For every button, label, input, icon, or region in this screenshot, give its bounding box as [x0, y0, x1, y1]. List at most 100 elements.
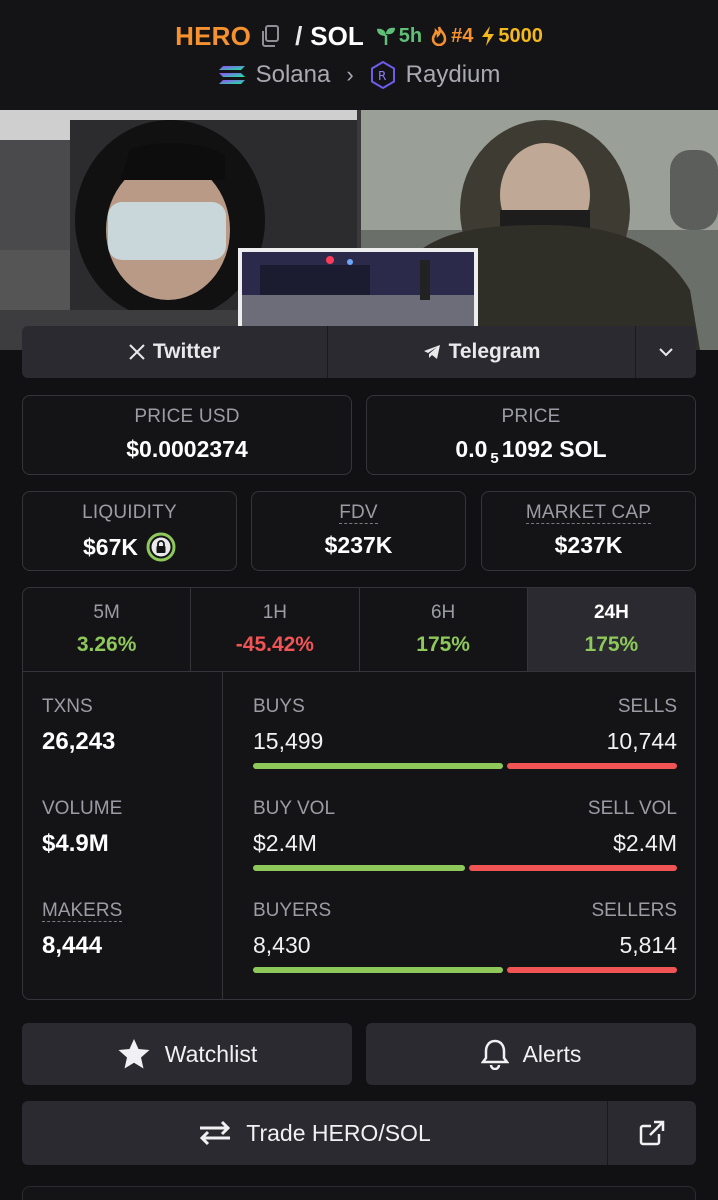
txns-metric: TXNS 26,243 [42, 696, 115, 756]
trade-button[interactable]: Trade HERO/SOL [22, 1101, 608, 1165]
watchlist-label: Watchlist [164, 1040, 258, 1067]
tab-1h-change: -45.42% [235, 633, 314, 656]
x-logo-icon [129, 344, 145, 360]
copy-icon[interactable] [259, 24, 281, 48]
solana-icon [218, 66, 245, 84]
boost-value: 5000 [498, 24, 543, 47]
buy-sell-volume-bar [253, 865, 677, 871]
chain-breadcrumb: Solana › R Raydium [0, 58, 718, 92]
seedling-icon [376, 27, 395, 45]
txns-value: 26,243 [42, 728, 116, 755]
tab-6h-change: 175% [416, 633, 470, 656]
alerts-button[interactable]: Alerts [366, 1023, 696, 1085]
price-native-card: PRICE 0.0 5 1092 SOL [366, 395, 696, 475]
liquidity-label: LIQUIDITY [82, 502, 177, 523]
social-links-bar: Twitter Telegram [22, 326, 696, 378]
bell-icon [480, 1039, 509, 1070]
age-badge: 5h [376, 25, 422, 48]
telegram-label: Telegram [448, 340, 541, 363]
star-icon [118, 1039, 150, 1069]
buys-label: BUYS [253, 696, 305, 717]
external-link-icon [639, 1120, 665, 1146]
buyers-value: 8,430 [253, 932, 311, 958]
makers-label[interactable]: MAKERS [42, 900, 123, 922]
sellers-label: SELLERS [591, 900, 677, 921]
buyers-sellers-row: BUYERS SELLERS 8,430 5,814 [253, 900, 677, 973]
quote-symbol: SOL [310, 20, 364, 51]
chain-name[interactable]: Solana [256, 61, 331, 89]
tab-24h[interactable]: 24H 175% [527, 588, 695, 671]
token-banner-image [0, 110, 718, 350]
volume-value: $4.9M [42, 830, 109, 857]
dex-name[interactable]: Raydium [406, 61, 501, 89]
price-native-label: PRICE [501, 406, 561, 427]
tab-24h-change: 175% [584, 633, 639, 656]
alerts-label: Alerts [522, 1040, 582, 1067]
price-native-prefix: 0.0 [455, 436, 488, 462]
fdv-label[interactable]: FDV [339, 502, 378, 524]
lightning-icon [482, 26, 495, 46]
watchlist-button[interactable]: Watchlist [22, 1023, 352, 1085]
tab-5m-label: 5M [93, 602, 120, 623]
chevron-right-icon: › [346, 62, 354, 87]
tab-5m[interactable]: 5M 3.26% [23, 588, 192, 671]
makers-value: 8,444 [42, 932, 103, 959]
tab-6h-label: 6H [430, 602, 456, 623]
lock-icon[interactable] [146, 532, 176, 562]
age-value: 5h [398, 24, 423, 47]
pair-header: HERO / SOL 5h #4 5000 Solana › R Raydium [0, 0, 718, 110]
chevron-down-icon [659, 348, 673, 357]
price-usd-value: $0.0002374 [126, 436, 248, 462]
more-links-button[interactable] [636, 326, 696, 378]
volume-label: VOLUME [42, 798, 123, 819]
liquidity-value: $67K [83, 533, 138, 560]
next-section-card [22, 1186, 696, 1200]
buy-vol-label: BUY VOL [253, 798, 336, 819]
twitter-link[interactable]: Twitter [22, 326, 328, 378]
market-cap-label[interactable]: MARKET CAP [525, 502, 652, 524]
price-native-suffix: 1092 SOL [501, 436, 607, 462]
rank-value: #4 [451, 24, 474, 47]
sells-label: SELLS [617, 696, 677, 717]
buy-vol-bar-fill [253, 865, 465, 871]
tab-1h[interactable]: 1H -45.42% [191, 588, 360, 671]
price-native-value: 0.0 5 1092 SOL [367, 436, 695, 467]
sellers-bar-fill [507, 967, 677, 973]
liquidity-value-row: $67K [23, 532, 236, 562]
trade-bar: Trade HERO/SOL [22, 1101, 696, 1165]
buy-vol-value: $2.4M [253, 830, 317, 856]
buys-bar-fill [253, 763, 504, 769]
trending-rank-badge: #4 [430, 25, 473, 48]
buys-sells-row: BUYS SELLS 15,499 10,744 [253, 696, 677, 769]
price-usd-card: PRICE USD $0.0002374 [22, 395, 352, 475]
telegram-link[interactable]: Telegram [328, 326, 636, 378]
buyers-bar-fill [253, 967, 504, 973]
buyers-sellers-bar [253, 967, 677, 973]
tab-6h[interactable]: 6H 175% [360, 588, 528, 671]
market-cap-value: $237K [554, 532, 623, 558]
totals-column: TXNS 26,243 VOLUME $4.9M MAKERS 8,444 [23, 672, 223, 999]
fdv-value: $237K [324, 532, 393, 558]
buyers-label: BUYERS [253, 900, 332, 921]
pair-title-row: HERO / SOL 5h #4 5000 [0, 18, 718, 54]
volume-metric: VOLUME $4.9M [42, 798, 122, 858]
buys-value: 15,499 [253, 728, 324, 754]
base-symbol: HERO [175, 20, 252, 51]
price-usd-label: PRICE USD [134, 406, 240, 427]
trading-stats-panel: 5M 3.26% 1H -45.42% 6H 175% 24H 175% TXN… [22, 587, 696, 1000]
buys-sells-bar [253, 763, 677, 769]
raydium-icon: R [370, 61, 395, 89]
swap-arrows-icon [200, 1120, 231, 1146]
trade-label: Trade HERO/SOL [246, 1119, 431, 1146]
txns-label: TXNS [42, 696, 93, 717]
boost-badge: 5000 [481, 25, 543, 48]
tab-1h-label: 1H [262, 602, 288, 623]
price-native-zero-count: 5 [490, 450, 499, 467]
timeframe-tabs: 5M 3.26% 1H -45.42% 6H 175% 24H 175% [23, 588, 695, 672]
external-link-button[interactable] [608, 1101, 696, 1165]
market-cap-card: MARKET CAP $237K [481, 491, 696, 571]
tab-24h-label: 24H [593, 602, 629, 623]
sells-bar-fill [507, 763, 677, 769]
fdv-card: FDV $237K [251, 491, 466, 571]
twitter-label: Twitter [152, 340, 221, 363]
